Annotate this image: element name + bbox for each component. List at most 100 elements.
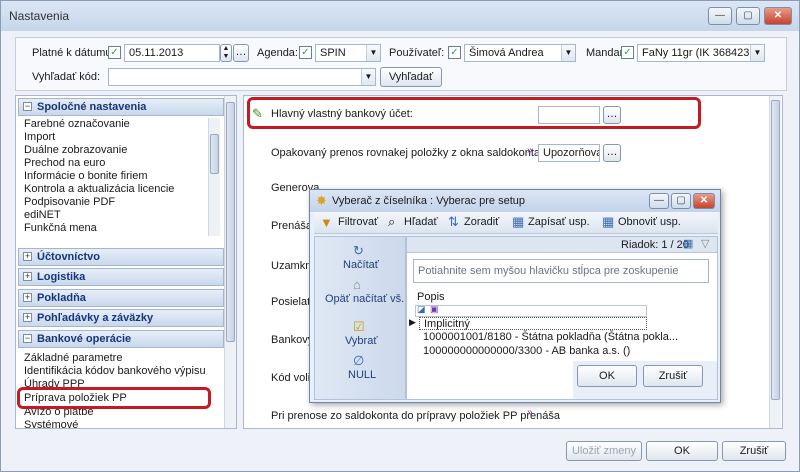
- tree-item[interactable]: Identifikácia kódov bankového výpisu: [24, 365, 206, 377]
- user-checkbox[interactable]: ✓: [448, 46, 461, 59]
- grid-status-bar: Riadok: 1 / 20 ▦ ▽: [407, 237, 717, 253]
- section-receivables[interactable]: + Pohľadávky a záväzky: [18, 309, 224, 327]
- tree-item[interactable]: Systémové: [24, 419, 78, 428]
- row-counter: Riadok: 1 / 20: [621, 239, 689, 251]
- chevron-down-icon: ▼: [366, 45, 380, 61]
- find-button[interactable]: Hľadať: [404, 216, 438, 228]
- filter-row[interactable]: ◪ ▣: [415, 304, 647, 317]
- cancel-button[interactable]: Zrušiť: [722, 441, 786, 461]
- picker-dialog: ✸ Vyberač z číselníka : Vyberac pre setu…: [309, 189, 721, 403]
- section-accounting[interactable]: + Účtovníctvo: [18, 248, 224, 266]
- grid-icon: ▦: [512, 214, 525, 229]
- transfer-note-label: Pri prenose zo saldokonta do prípravy po…: [271, 410, 561, 422]
- maximize-button[interactable]: ▢: [736, 7, 760, 25]
- check-icon: ☑: [353, 319, 365, 334]
- setting-label: Posielať: [271, 296, 312, 308]
- collapse-icon: −: [23, 101, 32, 111]
- settings-window: Nastavenia — ▢ ✕ Platné k dátumu: ✓ 05.1…: [0, 0, 800, 472]
- date-spin-button[interactable]: ▲ ▼: [220, 44, 232, 62]
- collapse-icon: −: [23, 333, 32, 343]
- grid-icon: ▦: [602, 214, 615, 229]
- search-code-label: Vyhľadať kód:: [32, 71, 101, 83]
- group-by-area[interactable]: Potiahnite sem myšou hlavičku stĺpca pre…: [413, 259, 709, 283]
- tree-item[interactable]: Prechod na euro: [24, 157, 105, 169]
- grid-row-selected[interactable]: Implicitný: [419, 317, 647, 330]
- tree-item[interactable]: Informácie o bonite firiem: [24, 170, 148, 182]
- section-bank[interactable]: − Bankové operácie: [18, 330, 224, 348]
- search-code-input[interactable]: ▼: [108, 68, 376, 86]
- tree-item[interactable]: ediNET: [24, 209, 61, 221]
- section-cash[interactable]: + Pokladňa: [18, 289, 224, 307]
- mandant-select[interactable]: FaNy 11gr (IK 36842365) ▼: [637, 44, 765, 62]
- reload-all-button[interactable]: Opäť načítať vš.: [325, 293, 404, 305]
- minimize-button[interactable]: —: [708, 7, 732, 25]
- tree-item[interactable]: Kontrola a aktualizácia licencie: [24, 183, 174, 195]
- common-scrollbar[interactable]: [208, 118, 220, 236]
- repeat-transfer-field[interactable]: Upozorňovať: [538, 144, 600, 162]
- section-logistics[interactable]: + Logistika: [18, 268, 224, 286]
- reload-icon: ↻: [353, 243, 364, 258]
- agenda-checkbox[interactable]: ✓: [299, 46, 312, 59]
- sort-button[interactable]: Zoradiť: [464, 216, 499, 228]
- save-changes-button[interactable]: Uložiť zmeny: [566, 441, 642, 461]
- calendar-icon[interactable]: …: [233, 44, 249, 62]
- expand-icon: +: [23, 251, 32, 261]
- grid-row[interactable]: 100000000000000/3300 - AB banka a.s. (): [423, 345, 630, 357]
- minimize-button[interactable]: —: [649, 193, 669, 209]
- tree-item[interactable]: Farebné označovanie: [24, 118, 130, 130]
- section-common[interactable]: − Spoločné nastavenia: [18, 98, 224, 116]
- expand-icon: +: [23, 312, 32, 322]
- agenda-select[interactable]: SPIN ▼: [315, 44, 381, 62]
- filter-panel: Platné k dátumu: ✓ 05.11.2013 ▲ ▼ … Agend…: [15, 37, 787, 91]
- title-bar: Nastavenia — ▢ ✕: [1, 1, 799, 31]
- ok-button[interactable]: OK: [646, 441, 718, 461]
- tree-item[interactable]: Základné parametre: [24, 352, 122, 364]
- chevron-down-icon: ▼: [361, 69, 375, 85]
- null-button[interactable]: NULL: [348, 369, 376, 381]
- agenda-label: Agenda:: [257, 47, 298, 59]
- null-icon: ∅: [353, 353, 365, 368]
- filter-icon: ▼: [320, 215, 333, 230]
- filter-operator-icon: ▣: [430, 304, 439, 314]
- column-header-description[interactable]: Popis: [417, 291, 445, 303]
- maximize-button[interactable]: ▢: [671, 193, 691, 209]
- scroll-thumb[interactable]: [210, 134, 219, 174]
- filter-button[interactable]: Filtrovať: [338, 216, 378, 228]
- dialog-toolbar: ▼ Filtrovať ⌕ Hľadať ⇅ Zoradiť ▦ Zapísať…: [314, 212, 718, 234]
- scroll-thumb[interactable]: [771, 100, 780, 400]
- expand-icon: +: [23, 271, 32, 281]
- valid-date-field[interactable]: 05.11.2013: [124, 44, 220, 62]
- search-button[interactable]: Vyhľadať: [380, 67, 442, 87]
- double-arrow-icon: »: [527, 145, 533, 156]
- expand-icon: +: [23, 292, 32, 302]
- home-icon: ⌂: [353, 277, 361, 292]
- restore-layout-button[interactable]: Obnoviť usp.: [618, 216, 681, 228]
- repeat-transfer-label: Opakovaný prenos rovnakej položky z okna…: [271, 147, 556, 159]
- close-button[interactable]: ✕: [764, 7, 792, 25]
- tree-scrollbar[interactable]: [224, 96, 236, 428]
- user-select[interactable]: Šimová Andrea ▼: [464, 44, 576, 62]
- grid-row[interactable]: 1000001001/8180 - Štátna pokladňa (Štátn…: [423, 331, 678, 343]
- detail-scrollbar[interactable]: [769, 96, 781, 428]
- save-layout-button[interactable]: Zapísať usp.: [528, 216, 590, 228]
- scroll-thumb[interactable]: [226, 102, 235, 342]
- tree-item[interactable]: Import: [24, 131, 55, 143]
- filter-row-icon: ◪: [417, 304, 426, 314]
- valid-date-checkbox[interactable]: ✓: [108, 46, 121, 59]
- valid-date-label: Platné k dátumu:: [32, 47, 115, 59]
- setting-label: Bankový: [271, 334, 314, 346]
- tree-item[interactable]: Funkčná mena: [24, 222, 97, 234]
- dialog-cancel-button[interactable]: Zrušiť: [643, 365, 703, 387]
- browse-button[interactable]: …: [603, 144, 621, 162]
- grid-icon[interactable]: ▦: [683, 237, 693, 250]
- mandant-checkbox[interactable]: ✓: [621, 46, 634, 59]
- filter-icon[interactable]: ▽: [701, 237, 709, 250]
- dialog-ok-button[interactable]: OK: [577, 365, 637, 387]
- select-button[interactable]: Vybrať: [345, 335, 377, 347]
- tree-item[interactable]: Duálne zobrazovanie: [24, 144, 127, 156]
- load-button[interactable]: Načítať: [343, 259, 379, 271]
- current-row-arrow-icon: ▶: [409, 317, 416, 327]
- close-button[interactable]: ✕: [693, 193, 715, 209]
- tree-item[interactable]: Podpisovanie PDF: [24, 196, 115, 208]
- dialog-title: Vyberač z číselníka : Vyberac pre setup: [332, 195, 525, 207]
